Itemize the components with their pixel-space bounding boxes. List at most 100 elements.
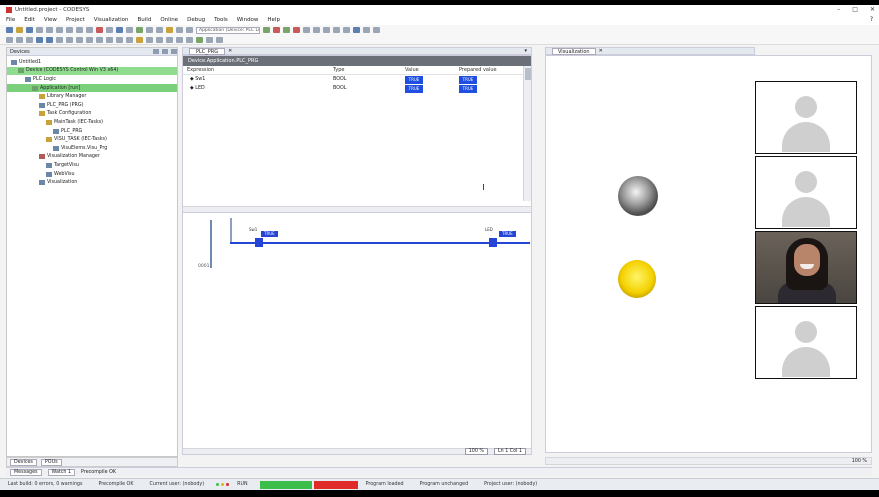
pane-pin-icon[interactable] [162,49,168,54]
coil-led[interactable] [489,238,497,247]
login-icon[interactable] [263,27,270,33]
insert-box-icon[interactable] [96,36,103,43]
set-branch-start-icon[interactable] [146,36,153,43]
menu-debug[interactable]: Debug [187,17,205,23]
tree-item[interactable]: VisuElems.Visu_Prg [7,144,177,153]
menu-edit[interactable]: Edit [24,17,35,23]
minimize-button[interactable]: – [837,6,840,13]
tree-item[interactable]: MainTask (IEC-Tasks) [7,118,177,127]
pane-close-icon[interactable] [171,49,177,54]
insert-contact-icon[interactable] [36,36,43,43]
close-tab-icon[interactable]: ✕ [228,48,232,54]
tree-item[interactable]: Device (CODESYS Control Win V3 x64) [7,66,177,76]
stop-icon[interactable] [293,27,300,33]
visualization-zoom[interactable]: 100 % [852,459,867,464]
contact-sw1[interactable] [255,238,263,247]
unforce-values-icon[interactable] [373,27,380,33]
tree-item[interactable]: WebVisu [7,170,177,179]
prepared-value-cell[interactable]: TRUE [459,84,519,93]
clean-icon[interactable] [156,27,163,33]
delete-icon[interactable] [96,27,103,33]
participant-video-tile[interactable] [755,231,857,304]
tree-item[interactable]: Library Manager [7,92,177,101]
zoom-icon[interactable] [216,36,223,43]
visualization-h-scrollbar[interactable]: 100 % [545,457,872,465]
variable-panel-h-scrollbar[interactable] [183,206,531,212]
participant-tile[interactable] [755,156,857,229]
negate-icon[interactable] [166,36,173,43]
menu-project[interactable]: Project [66,17,85,23]
browse-icon[interactable] [176,27,183,33]
new-project-icon[interactable] [6,27,13,33]
tree-item[interactable]: Untitled1 [7,58,177,67]
reset-icon[interactable] [303,27,310,33]
start-icon[interactable] [283,27,290,33]
rebuild-icon[interactable] [146,27,153,33]
menu-visualization[interactable]: Visualization [94,17,129,23]
tab-visualization[interactable]: Visualization [552,47,596,55]
redo-icon[interactable] [56,27,63,33]
step-into-icon[interactable] [333,27,340,33]
insert-network-below-icon[interactable] [16,36,23,43]
close-tab-icon[interactable]: ✕ [599,48,603,54]
participant-tile[interactable] [755,81,857,154]
properties-icon[interactable] [186,27,193,33]
tree-item[interactable]: Visualization [7,178,177,187]
build-icon[interactable] [136,27,143,33]
insert-network-icon[interactable] [6,36,13,43]
tree-item[interactable]: Application [run] [7,83,177,93]
help-icon[interactable]: ? [870,16,873,23]
write-values-icon[interactable] [353,27,360,33]
prepared-value-chip[interactable]: TRUE [459,84,477,93]
pane-dropdown-icon[interactable] [153,49,159,54]
breakpoint-icon[interactable] [313,27,320,33]
paste-icon[interactable] [86,27,93,33]
column-expression[interactable]: Expression [187,67,333,73]
step-over-icon[interactable] [323,27,330,33]
compile-icon[interactable] [166,27,173,33]
save-icon[interactable] [26,27,33,33]
close-button[interactable]: ✕ [870,6,875,13]
menu-file[interactable]: File [6,17,15,23]
bookmark-icon[interactable] [126,27,133,33]
menu-build[interactable]: Build [138,17,152,23]
tree-item[interactable]: PLC_PRG (PRG) [7,101,177,110]
edge-detection-icon[interactable] [176,36,183,43]
tab-pous[interactable]: POUs [40,458,62,466]
insert-reset-coil-icon[interactable] [86,36,93,43]
insert-parallel-contact-icon[interactable] [56,36,63,43]
prepared-value-chip[interactable]: TRUE [459,75,477,84]
logout-icon[interactable] [273,27,280,33]
column-prepared-value[interactable]: Prepared value [459,67,519,73]
menu-online[interactable]: Online [160,17,178,23]
insert-jump-icon[interactable] [116,36,123,43]
insert-coil-icon[interactable] [66,36,73,43]
zoom-button[interactable]: 100 % [464,447,488,455]
participant-tile[interactable] [755,306,857,379]
tree-item[interactable]: Task Configuration [7,110,177,119]
insert-negated-contact-icon[interactable] [46,36,53,43]
tab-devices[interactable]: Devices [10,458,37,466]
column-type[interactable]: Type [333,67,405,73]
position-button[interactable]: Ln 1 Col 1 [493,447,526,455]
menu-tools[interactable]: Tools [214,17,228,23]
set-reset-icon[interactable] [186,36,193,43]
menu-help[interactable]: Help [267,17,280,23]
tab-watch[interactable]: Watch 1 [47,468,76,476]
active-application-select[interactable]: Application [Device: PLC Logic] [196,26,260,34]
find-icon[interactable] [106,27,113,33]
prepared-value-cell[interactable]: TRUE [459,75,519,84]
insert-return-icon[interactable] [126,36,133,43]
tree-item[interactable]: TargetVisu [7,161,177,170]
insert-assignment-icon[interactable] [106,36,113,43]
menu-view[interactable]: View [44,17,57,23]
step-out-icon[interactable] [343,27,350,33]
variable-panel-scrollbar[interactable] [523,66,531,201]
tab-list-icon[interactable]: ▾ [524,48,527,54]
insert-branch-icon[interactable] [136,36,143,43]
replace-icon[interactable] [116,27,123,33]
table-row[interactable]: ◆ LED BOOL TRUE TRUE [183,84,531,93]
table-row[interactable]: ◆ Sw1 BOOL TRUE TRUE [183,75,531,84]
force-values-icon[interactable] [363,27,370,33]
tree-item[interactable]: Visualization Manager [7,153,177,162]
